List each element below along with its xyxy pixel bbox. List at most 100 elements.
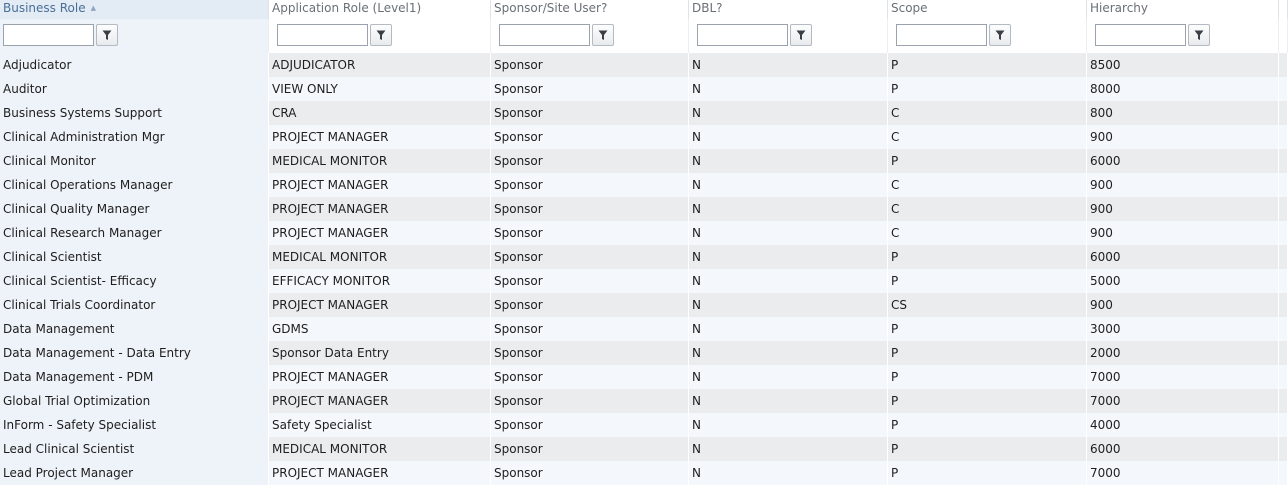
cell-sponsor-site-user[interactable]: Sponsor [491,149,689,173]
cell-scope[interactable]: C [888,125,1087,149]
filter-input-hierarchy[interactable] [1095,24,1186,46]
filter-button-dbl[interactable] [790,24,812,46]
cell-sponsor-site-user[interactable]: Sponsor [491,317,689,341]
cell-business-role[interactable]: Clinical Monitor [0,149,269,173]
filter-input-dbl[interactable] [697,24,788,46]
cell-application-role[interactable]: MEDICAL MONITOR [269,437,491,461]
filter-input-business-role[interactable] [3,24,94,46]
cell-application-role[interactable]: ADJUDICATOR [269,53,491,77]
cell-dbl[interactable]: N [689,461,888,485]
cell-hierarchy[interactable]: 900 [1087,221,1279,245]
cell-scope[interactable]: P [888,341,1087,365]
cell-business-role[interactable]: Business Systems Support [0,101,269,125]
table-row[interactable]: InForm - Safety Specialist Safety Special… [0,413,1288,437]
table-row[interactable]: Clinical Scientist- Efficacy EFFICACY MON… [0,269,1288,293]
cell-dbl[interactable]: N [689,413,888,437]
column-header-scope[interactable]: Scope [888,0,1087,19]
filter-button-sponsor-site-user[interactable] [592,24,614,46]
cell-business-role[interactable]: Data Management [0,317,269,341]
cell-sponsor-site-user[interactable]: Sponsor [491,197,689,221]
cell-dbl[interactable]: N [689,149,888,173]
cell-hierarchy[interactable]: 3000 [1087,317,1279,341]
cell-sponsor-site-user[interactable]: Sponsor [491,125,689,149]
table-row[interactable]: Clinical Operations Manager PROJECT MANAG… [0,173,1288,197]
cell-application-role[interactable]: MEDICAL MONITOR [269,245,491,269]
cell-application-role[interactable]: EFFICACY MONITOR [269,269,491,293]
cell-scope[interactable]: P [888,53,1087,77]
cell-sponsor-site-user[interactable]: Sponsor [491,341,689,365]
cell-hierarchy[interactable]: 7000 [1087,461,1279,485]
cell-hierarchy[interactable]: 2000 [1087,341,1279,365]
cell-dbl[interactable]: N [689,197,888,221]
cell-sponsor-site-user[interactable]: Sponsor [491,77,689,101]
cell-application-role[interactable]: VIEW ONLY [269,77,491,101]
filter-input-sponsor-site-user[interactable] [499,24,590,46]
cell-hierarchy[interactable]: 900 [1087,173,1279,197]
cell-application-role[interactable]: PROJECT MANAGER [269,125,491,149]
cell-dbl[interactable]: N [689,101,888,125]
cell-sponsor-site-user[interactable]: Sponsor [491,245,689,269]
cell-dbl[interactable]: N [689,293,888,317]
cell-business-role[interactable]: InForm - Safety Specialist [0,413,269,437]
cell-sponsor-site-user[interactable]: Sponsor [491,461,689,485]
cell-scope[interactable]: P [888,269,1087,293]
cell-sponsor-site-user[interactable]: Sponsor [491,413,689,437]
cell-sponsor-site-user[interactable]: Sponsor [491,269,689,293]
cell-sponsor-site-user[interactable]: Sponsor [491,101,689,125]
cell-dbl[interactable]: N [689,221,888,245]
cell-hierarchy[interactable]: 900 [1087,197,1279,221]
cell-sponsor-site-user[interactable]: Sponsor [491,437,689,461]
cell-hierarchy[interactable]: 7000 [1087,365,1279,389]
cell-scope[interactable]: P [888,461,1087,485]
cell-dbl[interactable]: N [689,53,888,77]
cell-hierarchy[interactable]: 6000 [1087,149,1279,173]
table-row[interactable]: Lead Clinical Scientist MEDICAL MONITOR Sp… [0,437,1288,461]
cell-scope[interactable]: C [888,221,1087,245]
cell-hierarchy[interactable]: 6000 [1087,437,1279,461]
cell-business-role[interactable]: Data Management - Data Entry [0,341,269,365]
cell-application-role[interactable]: PROJECT MANAGER [269,365,491,389]
table-row[interactable]: Adjudicator ADJUDICATOR Sponsor N P 8500 [0,53,1288,77]
cell-scope[interactable]: P [888,149,1087,173]
cell-hierarchy[interactable]: 4000 [1087,413,1279,437]
cell-hierarchy[interactable]: 5000 [1087,269,1279,293]
cell-sponsor-site-user[interactable]: Sponsor [491,365,689,389]
filter-button-hierarchy[interactable] [1188,24,1210,46]
cell-dbl[interactable]: N [689,365,888,389]
cell-business-role[interactable]: Clinical Research Manager [0,221,269,245]
cell-dbl[interactable]: N [689,341,888,365]
cell-hierarchy[interactable]: 8000 [1087,77,1279,101]
cell-business-role[interactable]: Clinical Scientist- Efficacy [0,269,269,293]
cell-application-role[interactable]: GDMS [269,317,491,341]
cell-business-role[interactable]: Lead Clinical Scientist [0,437,269,461]
cell-business-role[interactable]: Data Management - PDM [0,365,269,389]
column-header-application-role[interactable]: Application Role (Level1) [269,0,491,19]
cell-business-role[interactable]: Clinical Trials Coordinator [0,293,269,317]
cell-scope[interactable]: C [888,101,1087,125]
cell-application-role[interactable]: PROJECT MANAGER [269,293,491,317]
table-row[interactable]: Clinical Trials Coordinator PROJECT MANAG… [0,293,1288,317]
cell-sponsor-site-user[interactable]: Sponsor [491,53,689,77]
cell-business-role[interactable]: Clinical Quality Manager [0,197,269,221]
cell-application-role[interactable]: PROJECT MANAGER [269,389,491,413]
cell-dbl[interactable]: N [689,389,888,413]
cell-scope[interactable]: C [888,197,1087,221]
cell-business-role[interactable]: Global Trial Optimization [0,389,269,413]
filter-button-application-role[interactable] [370,24,392,46]
cell-dbl[interactable]: N [689,317,888,341]
cell-hierarchy[interactable]: 900 [1087,293,1279,317]
column-header-sponsor-site-user[interactable]: Sponsor/Site User? [491,0,689,19]
cell-dbl[interactable]: N [689,245,888,269]
cell-dbl[interactable]: N [689,173,888,197]
cell-scope[interactable]: P [888,365,1087,389]
cell-dbl[interactable]: N [689,269,888,293]
cell-scope[interactable]: P [888,413,1087,437]
cell-business-role[interactable]: Lead Project Manager [0,461,269,485]
cell-hierarchy[interactable]: 900 [1087,125,1279,149]
cell-application-role[interactable]: PROJECT MANAGER [269,173,491,197]
table-row[interactable]: Data Management - PDM PROJECT MANAGER Spon… [0,365,1288,389]
cell-scope[interactable]: P [888,245,1087,269]
cell-scope[interactable]: C [888,173,1087,197]
cell-hierarchy[interactable]: 6000 [1087,245,1279,269]
table-row[interactable]: Clinical Quality Manager PROJECT MANAGER S… [0,197,1288,221]
